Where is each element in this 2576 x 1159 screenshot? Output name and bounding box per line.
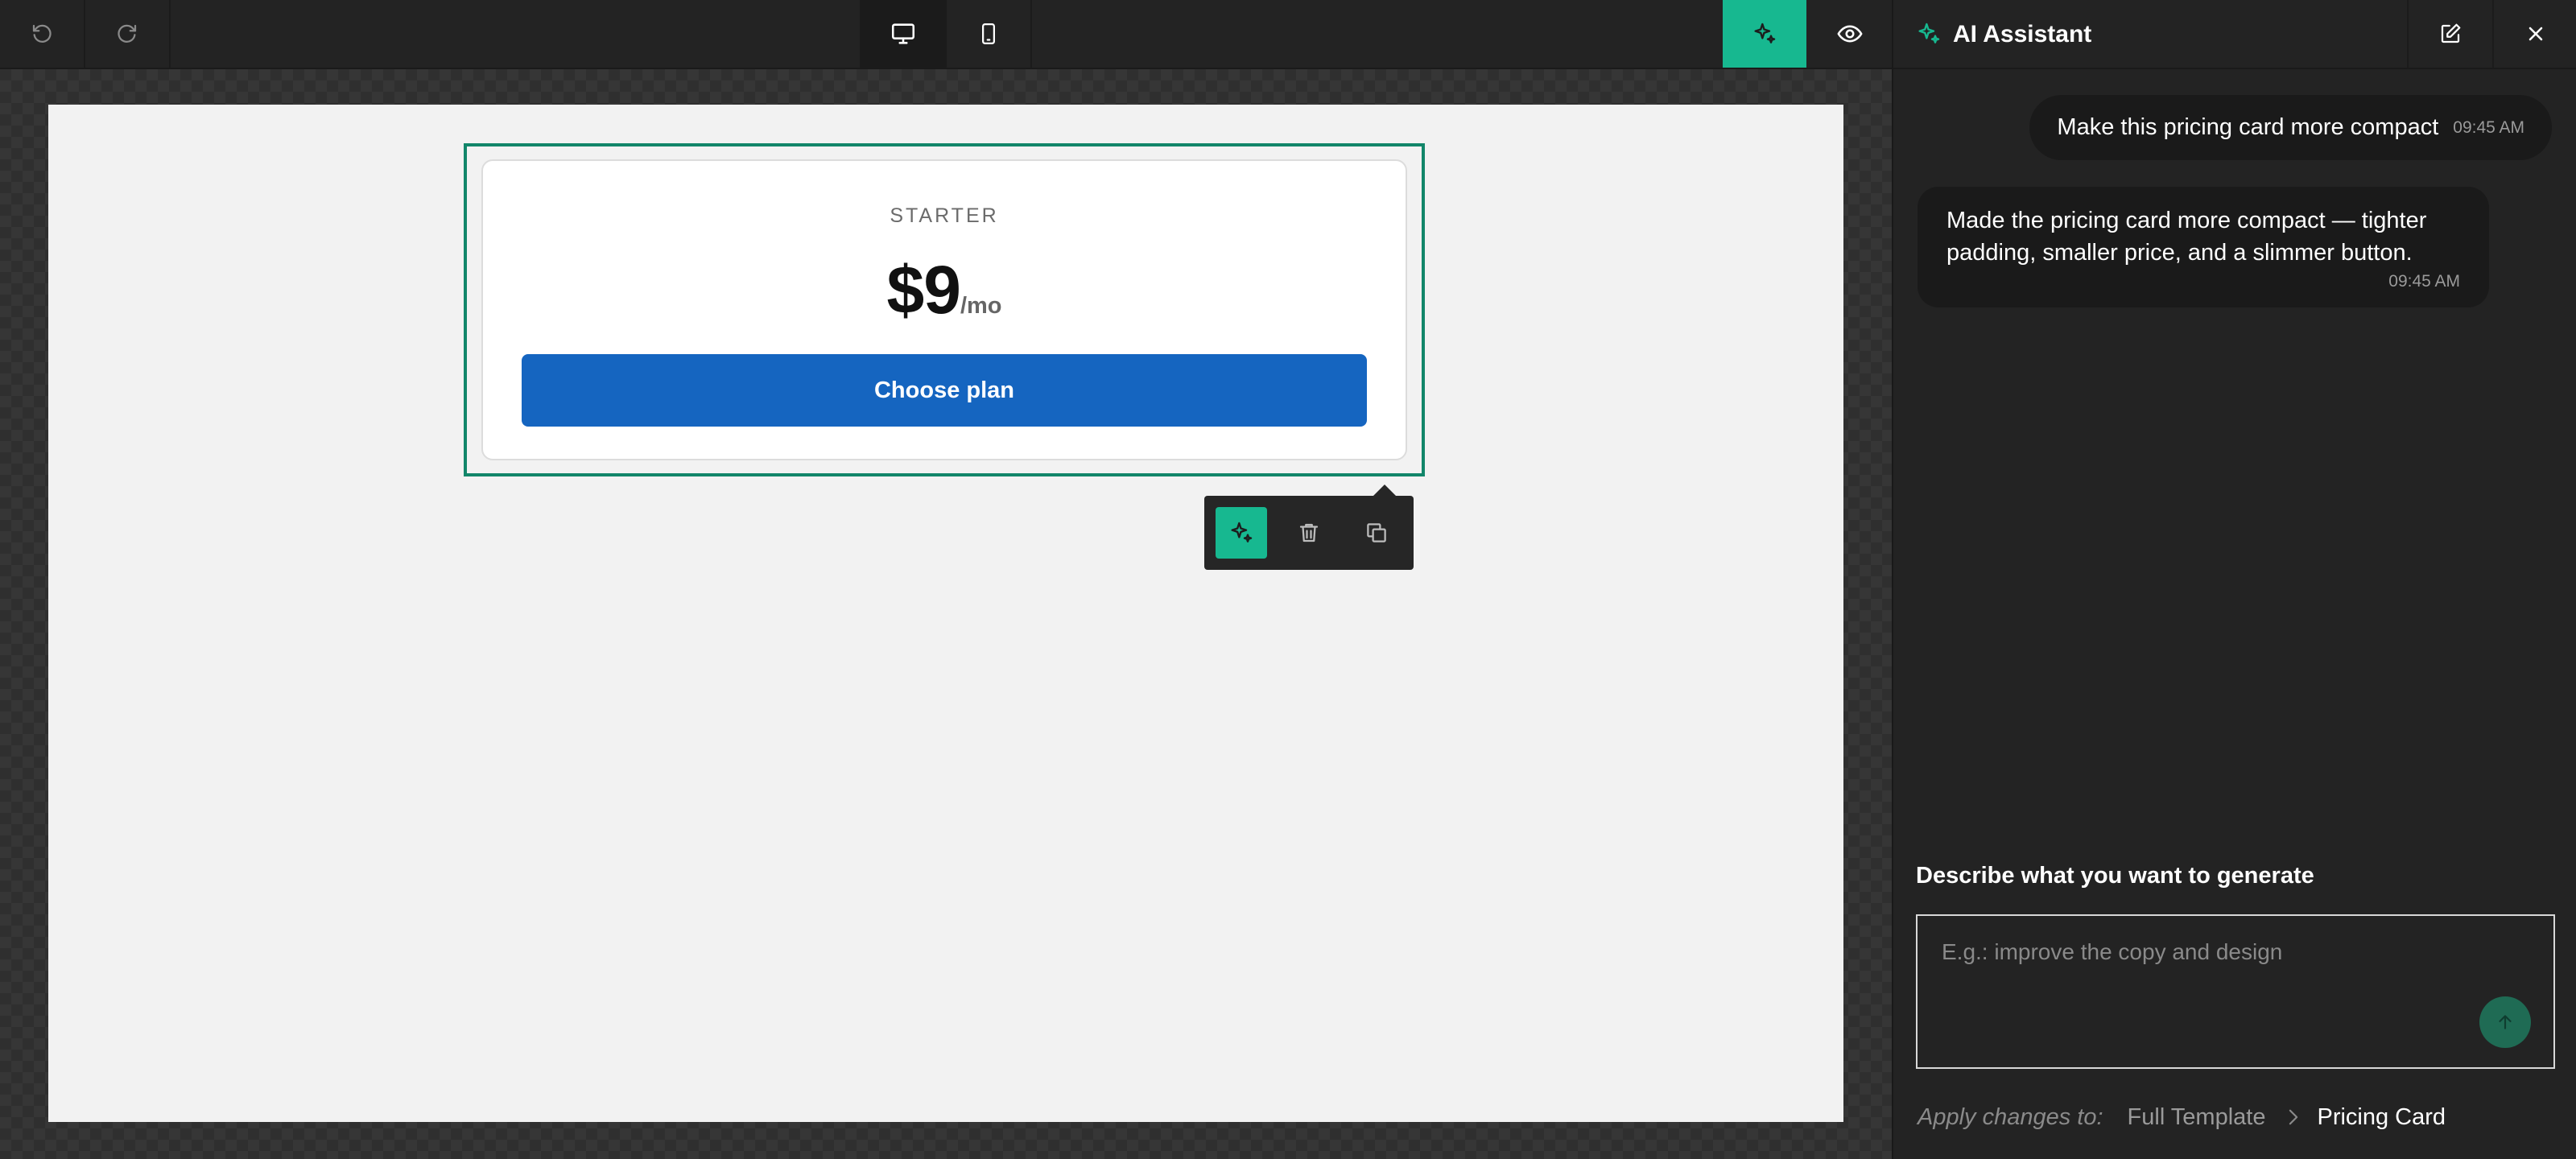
design-canvas[interactable]: STARTER $9/mo Choose plan — [0, 69, 1892, 1159]
mobile-icon — [976, 22, 1001, 46]
price-unit: /mo — [960, 293, 1002, 319]
edit-icon — [2438, 22, 2462, 46]
pricing-card[interactable]: STARTER $9/mo Choose plan — [481, 159, 1407, 460]
sparkle-icon — [1228, 520, 1254, 546]
prompt-input[interactable] — [1940, 935, 2458, 969]
redo-icon — [115, 22, 139, 46]
redo-button[interactable] — [85, 0, 169, 68]
trash-icon — [1297, 521, 1321, 545]
generate-label: Describe what you want to generate — [1916, 863, 2314, 889]
selected-pricing-card[interactable]: STARTER $9/mo Choose plan — [464, 143, 1425, 476]
message-time: 09:45 AM — [2453, 118, 2524, 137]
price-amount: $9 — [886, 252, 961, 328]
undo-icon — [30, 22, 54, 46]
preview-button[interactable] — [1808, 0, 1892, 68]
panel-title: AI Assistant — [1953, 21, 2092, 47]
message-text: Made the pricing card more compact — tig… — [1946, 208, 2427, 266]
user-message: Make this pricing card more compact 09:4… — [2029, 95, 2552, 160]
assistant-message: Made the pricing card more compact — tig… — [1918, 187, 2489, 307]
undo-button[interactable] — [0, 0, 84, 68]
apply-label: Apply changes to: — [1918, 1103, 2103, 1130]
message-time: 09:45 AM — [2388, 272, 2460, 291]
template-page[interactable]: STARTER $9/mo Choose plan — [48, 105, 1843, 1122]
toolbar-pointer — [1373, 485, 1396, 496]
desktop-view-button[interactable] — [861, 0, 945, 68]
send-button[interactable] — [2479, 996, 2531, 1048]
mobile-view-button[interactable] — [947, 0, 1030, 68]
choose-plan-button[interactable]: Choose plan — [522, 354, 1367, 427]
eye-icon — [1836, 20, 1864, 47]
chevron-right-icon — [2286, 1108, 2301, 1126]
panel-header: AI Assistant — [1893, 0, 2576, 69]
new-chat-button[interactable] — [2409, 0, 2492, 68]
plan-name: STARTER — [890, 204, 999, 227]
element-toolbar — [1204, 496, 1414, 570]
prompt-box[interactable] — [1916, 914, 2555, 1069]
message-text: Make this pricing card more compact — [2057, 114, 2439, 140]
duplicate-element-button[interactable] — [1351, 507, 1402, 559]
close-icon — [2524, 23, 2547, 45]
duplicate-icon — [1364, 521, 1389, 545]
desktop-icon — [890, 20, 917, 47]
close-panel-button[interactable] — [2494, 0, 2576, 68]
scope-pricing-card[interactable]: Pricing Card — [2317, 1104, 2446, 1131]
sparkle-icon — [1916, 21, 1942, 47]
ai-assistant-toggle[interactable] — [1723, 0, 1806, 68]
element-ai-button[interactable] — [1216, 507, 1267, 559]
scope-full-template[interactable]: Full Template — [2128, 1104, 2266, 1131]
editor-toolbar — [0, 0, 1892, 69]
sparkle-icon — [1752, 21, 1777, 47]
apply-scope: Apply changes to: Full Template Pricing … — [1918, 1101, 2446, 1133]
ai-assistant-panel: AI Assistant Make this pricing card more… — [1892, 0, 2576, 1159]
plan-price: $9/mo — [483, 251, 1406, 329]
arrow-up-icon — [2495, 1012, 2516, 1033]
delete-element-button[interactable] — [1283, 507, 1335, 559]
